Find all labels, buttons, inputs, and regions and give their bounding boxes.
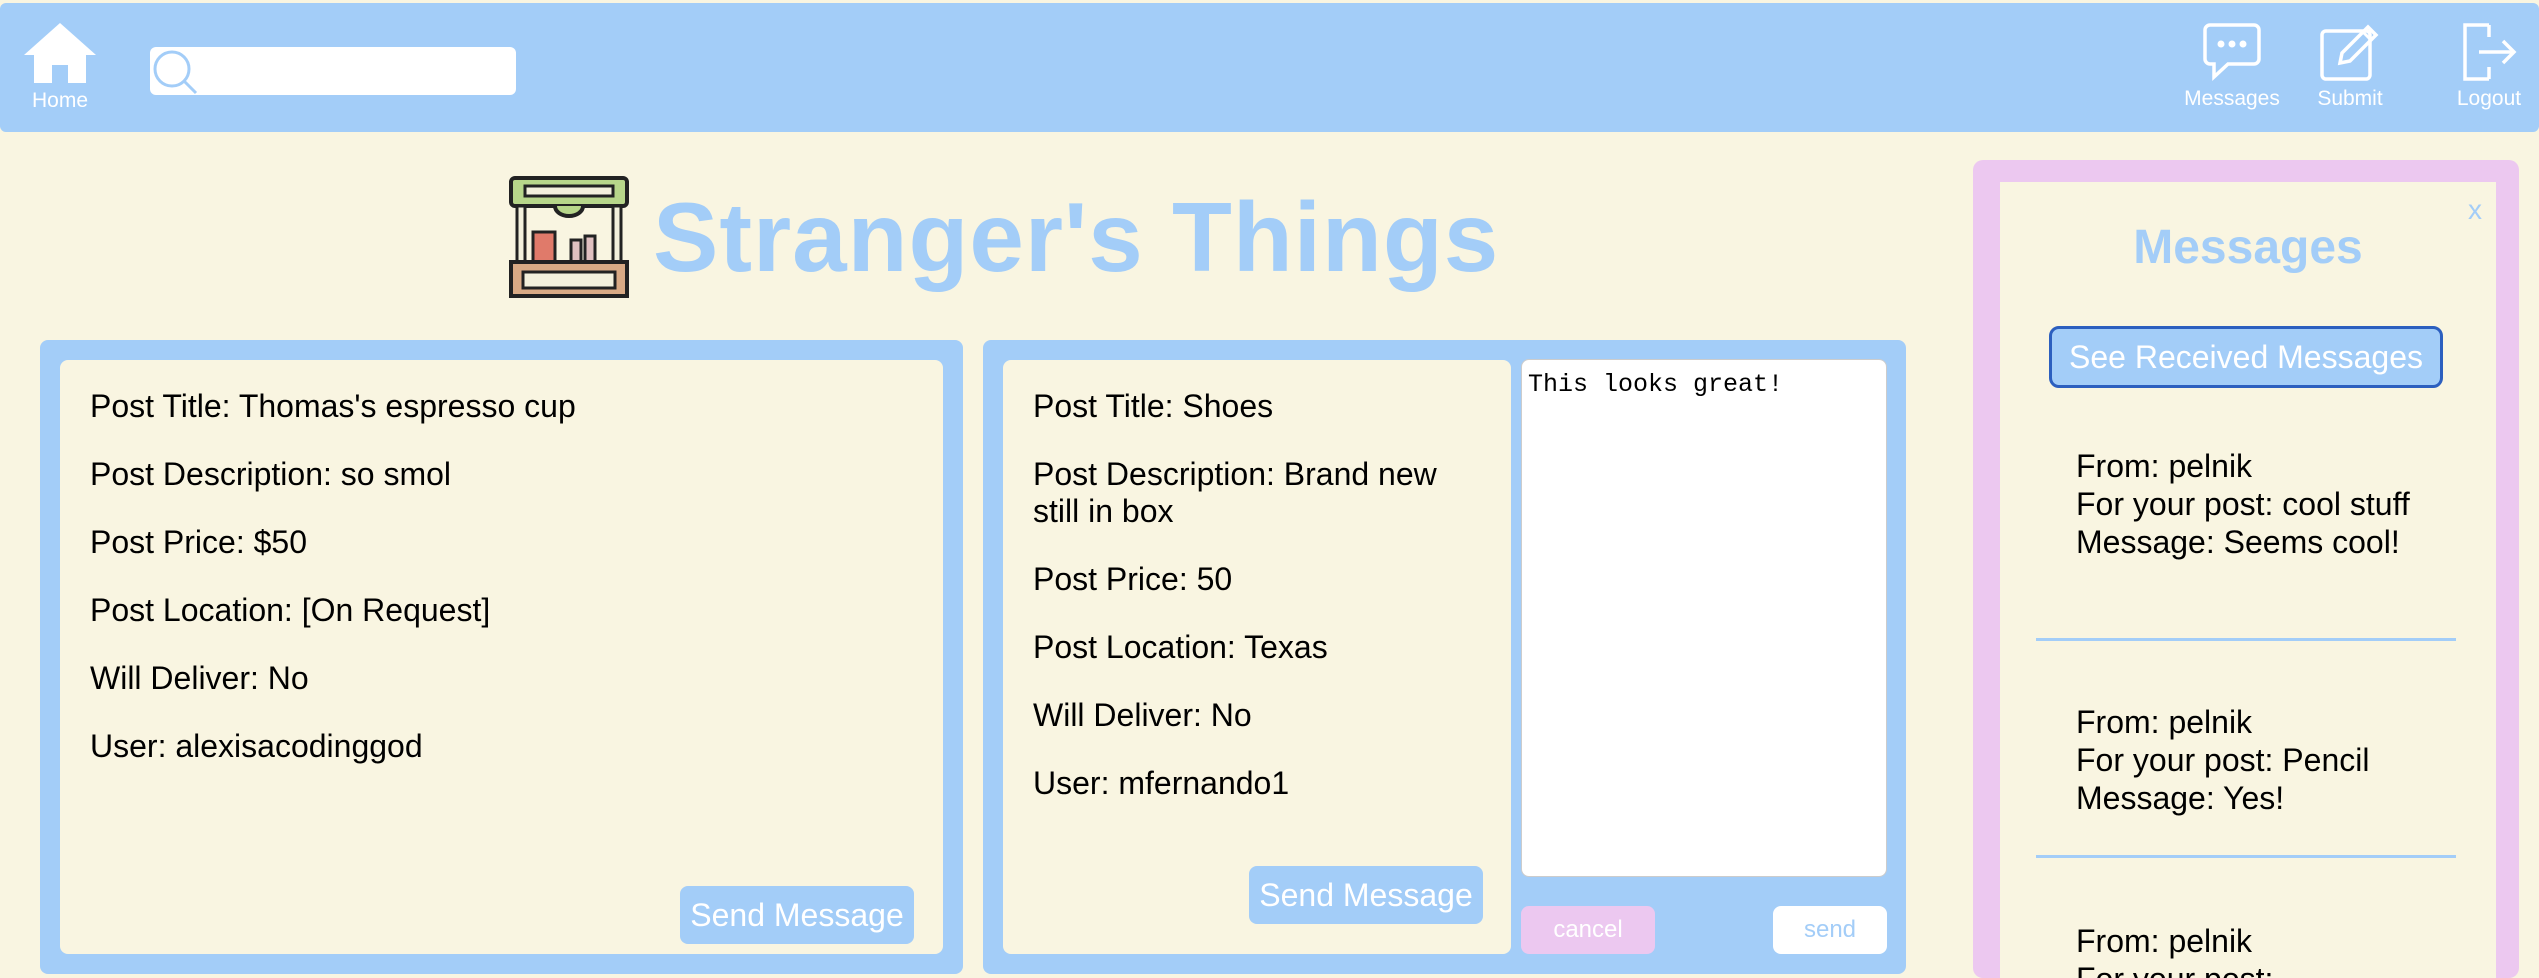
post-details: Post Title: Thomas's espresso cup Post D… [90, 388, 576, 796]
send-message-button[interactable]: Send Message [680, 886, 914, 944]
see-received-messages-button[interactable]: See Received Messages [2049, 326, 2443, 388]
post-title: Post Title: Thomas's espresso cup [90, 388, 576, 424]
message-divider [2036, 638, 2456, 641]
chat-bubble-icon [2203, 23, 2261, 82]
post-description: Post Description: Brand new still in box [1033, 456, 1437, 529]
logout-icon [2463, 23, 2517, 81]
post-location: Post Location: [On Request] [90, 592, 491, 628]
post-card-body: Post Title: Thomas's espresso cup Post D… [60, 360, 943, 954]
site-header: Stranger's Things [505, 172, 1499, 302]
post-user: User: mfernando1 [1033, 765, 1290, 801]
post-card-body: Post Title: Shoes Post Description: Bran… [1003, 360, 1511, 954]
logout-nav-button[interactable]: Logout [2446, 21, 2532, 111]
send-button[interactable]: send [1773, 906, 1887, 954]
message-text: Message: Yes! [2076, 780, 2285, 816]
message-textarea[interactable]: This looks great! [1521, 359, 1887, 877]
post-title: Post Title: Shoes [1033, 388, 1274, 424]
message-item: From: pelnik For your post: cool stuff M… [2076, 447, 2416, 561]
post-will-deliver: Will Deliver: No [1033, 697, 1252, 733]
submit-label: Submit [2317, 87, 2383, 110]
messages-label: Messages [2184, 87, 2280, 110]
home-icon [24, 23, 96, 83]
message-item: From: pelnik For your post: Pencil Messa… [2076, 703, 2416, 817]
home-label: Home [31, 89, 89, 112]
page-title: Stranger's Things [653, 181, 1500, 292]
message-post: For your post: [2076, 960, 2416, 978]
post-details: Post Title: Shoes Post Description: Bran… [1033, 388, 1473, 833]
message-post: For your post: Pencil [2076, 742, 2370, 778]
send-message-button[interactable]: Send Message [1249, 866, 1483, 924]
message-from: From: pelnik [2076, 923, 2253, 959]
submit-nav-button[interactable]: Submit [2310, 21, 2390, 111]
message-item: From: pelnik For your post: [2076, 922, 2416, 978]
messages-panel-body [2000, 182, 2496, 978]
message-post: For your post: cool stuff [2076, 486, 2410, 522]
post-price: Post Price: 50 [1033, 561, 1233, 597]
cancel-button[interactable]: cancel [1521, 906, 1655, 954]
search-input[interactable] [150, 47, 516, 95]
messages-nav-button[interactable]: Messages [2176, 21, 2288, 111]
post-will-deliver: Will Deliver: No [90, 660, 309, 696]
top-nav-bar: Home Messages Submit Logout [0, 3, 2539, 132]
message-text: Message: Seems cool! [2076, 524, 2400, 560]
logout-label: Logout [2456, 87, 2522, 110]
messages-panel-title: Messages [2133, 221, 2363, 274]
home-nav-button[interactable]: Home [20, 21, 100, 113]
message-divider [2036, 855, 2456, 858]
market-stall-icon [509, 176, 629, 298]
post-user: User: alexisacodinggod [90, 728, 423, 764]
search-icon [153, 50, 198, 95]
post-location: Post Location: Texas [1033, 629, 1328, 665]
post-price: Post Price: $50 [90, 524, 307, 560]
message-from: From: pelnik [2076, 704, 2253, 740]
edit-icon [2320, 24, 2379, 81]
post-card: Post Title: Thomas's espresso cup Post D… [40, 340, 963, 974]
message-from: From: pelnik [2076, 448, 2253, 484]
post-description: Post Description: so smol [90, 456, 452, 492]
